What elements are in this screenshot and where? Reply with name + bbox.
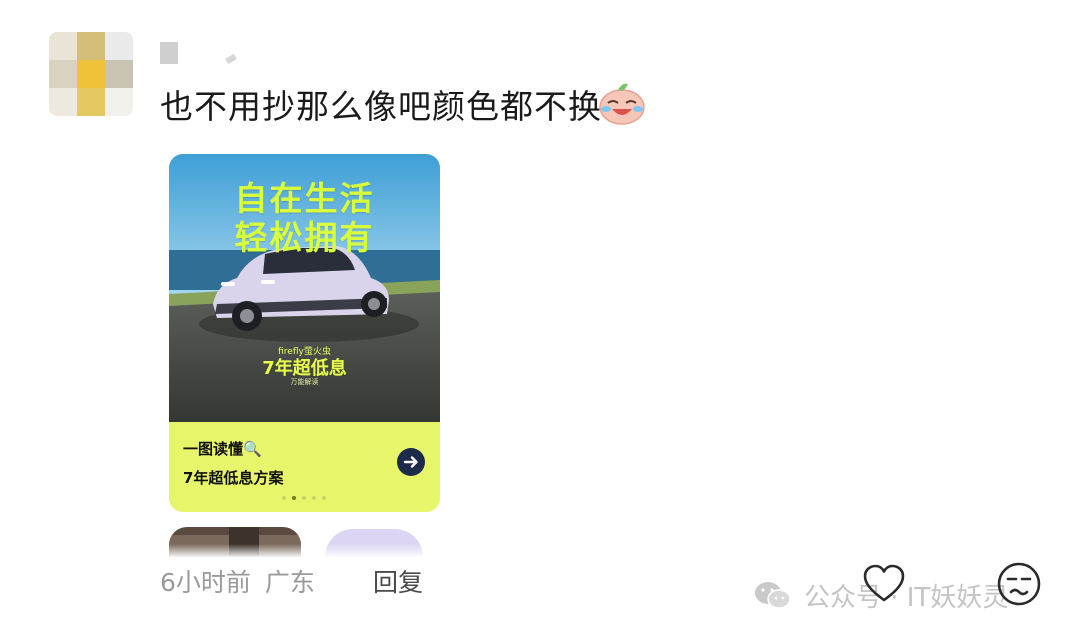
comment-location: 广东 — [264, 568, 315, 597]
ad-card[interactable]: 自在生活 轻松拥有 firefly萤火虫 7年超低息 万能解读 一图读懂🔍 7年… — [169, 154, 440, 512]
ad-headline-2: 轻松拥有 — [234, 218, 375, 257]
ad-line-1-text: 一图读懂 — [183, 440, 244, 458]
ad-promo-sub: 万能解读 — [290, 378, 319, 386]
unamused-face-icon[interactable] — [996, 561, 1042, 607]
arrow-right-button[interactable] — [397, 448, 425, 476]
carousel-dot[interactable] — [312, 496, 316, 500]
ad-line-1: 一图读懂🔍 — [183, 438, 262, 459]
comment-text: 也不用抄那么像吧颜色都不换 — [160, 87, 602, 126]
wechat-icon — [755, 582, 791, 609]
reply-button[interactable]: 回复 — [373, 563, 423, 599]
carousel-dot[interactable] — [282, 496, 286, 500]
ad-line-2: 7年超低息方案 — [183, 469, 284, 487]
magnifier-icon: 🔍 — [243, 440, 262, 458]
carousel-dot-active[interactable] — [292, 496, 296, 500]
carousel-dot[interactable] — [322, 496, 326, 500]
avatar[interactable] — [49, 32, 133, 116]
crying-laughing-emoji-icon — [599, 83, 645, 125]
arrow-right-icon — [403, 456, 418, 468]
heart-outline-icon[interactable] — [862, 564, 906, 604]
comment-meta: 6小时前 广东 — [160, 563, 315, 599]
carousel-dots[interactable] — [282, 496, 328, 502]
thumbnail-fade — [160, 544, 460, 558]
carousel-dot[interactable] — [302, 496, 306, 500]
comment-time: 6小时前 — [160, 568, 251, 597]
watermark-text: 公众号 · IT妖妖灵 — [804, 583, 1009, 613]
